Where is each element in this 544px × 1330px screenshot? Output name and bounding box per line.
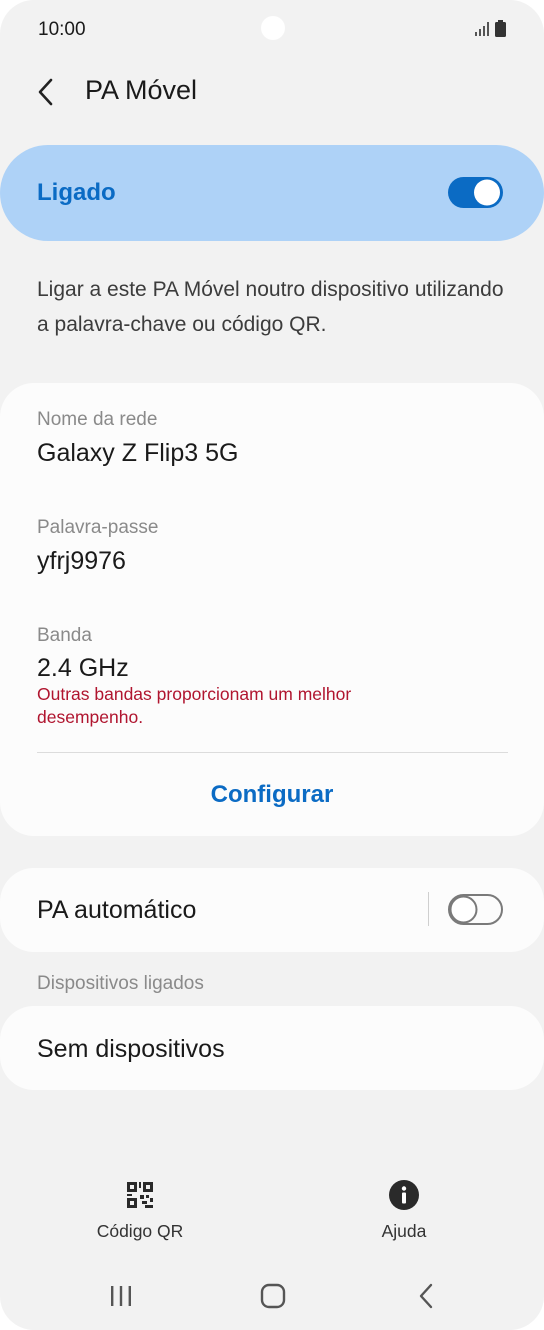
network-settings-card: Nome da rede Galaxy Z Flip3 5G Palavra-p… — [0, 383, 544, 836]
phone-screen: 10:00 PA Móvel Ligado Ligar a este PA Mó… — [0, 0, 544, 1330]
app-bar: PA Móvel — [0, 60, 544, 124]
hotspot-description: Ligar a este PA Móvel noutro dispositivo… — [37, 278, 504, 336]
band-value: 2.4 GHz — [37, 654, 129, 682]
qr-code-button[interactable]: Código QR — [60, 1180, 220, 1250]
connected-devices-header: Dispositivos ligados — [37, 973, 204, 994]
help-button[interactable]: Ajuda — [324, 1180, 484, 1250]
status-bar: 10:00 — [0, 0, 544, 60]
configure-button[interactable]: Configurar — [0, 767, 544, 823]
back-arrow-icon — [38, 78, 53, 106]
back-button[interactable] — [24, 70, 68, 114]
network-name-value: Galaxy Z Flip3 5G — [37, 439, 239, 467]
camera-cutout — [261, 16, 285, 40]
signal-icon — [475, 22, 489, 36]
auto-hotspot-label: PA automático — [37, 896, 197, 924]
recents-icon — [111, 1286, 131, 1306]
nav-back-icon — [419, 1283, 433, 1309]
page-title: PA Móvel — [85, 75, 198, 105]
home-icon — [260, 1283, 286, 1309]
band-warning: Outras bandas proporcionam um melhor des… — [37, 684, 352, 727]
band-label: Banda — [37, 625, 92, 646]
battery-icon — [495, 20, 506, 37]
no-devices-label: Sem dispositivos — [37, 1035, 225, 1063]
switch-divider — [428, 892, 429, 926]
nav-back-button[interactable] — [396, 1272, 456, 1320]
help-label: Ajuda — [381, 1221, 427, 1241]
hotspot-master-toggle[interactable]: Ligado — [0, 145, 544, 241]
password-label: Palavra-passe — [37, 517, 159, 538]
network-name-label: Nome da rede — [37, 409, 158, 430]
password-value: yfrj9976 — [37, 547, 126, 575]
auto-hotspot-switch[interactable] — [448, 894, 503, 925]
qr-code-label: Código QR — [96, 1221, 184, 1241]
connected-devices-card: Sem dispositivos — [0, 1006, 544, 1090]
hotspot-switch[interactable] — [448, 177, 503, 208]
home-button[interactable] — [243, 1272, 303, 1320]
recents-button[interactable] — [91, 1272, 151, 1320]
qr-code-icon — [127, 1182, 153, 1208]
master-toggle-label: Ligado — [37, 179, 116, 206]
auto-hotspot-row[interactable]: PA automático — [0, 868, 544, 952]
navigation-bar — [0, 1262, 544, 1330]
status-time: 10:00 — [38, 19, 86, 40]
card-divider — [37, 752, 508, 753]
info-icon — [389, 1180, 419, 1210]
